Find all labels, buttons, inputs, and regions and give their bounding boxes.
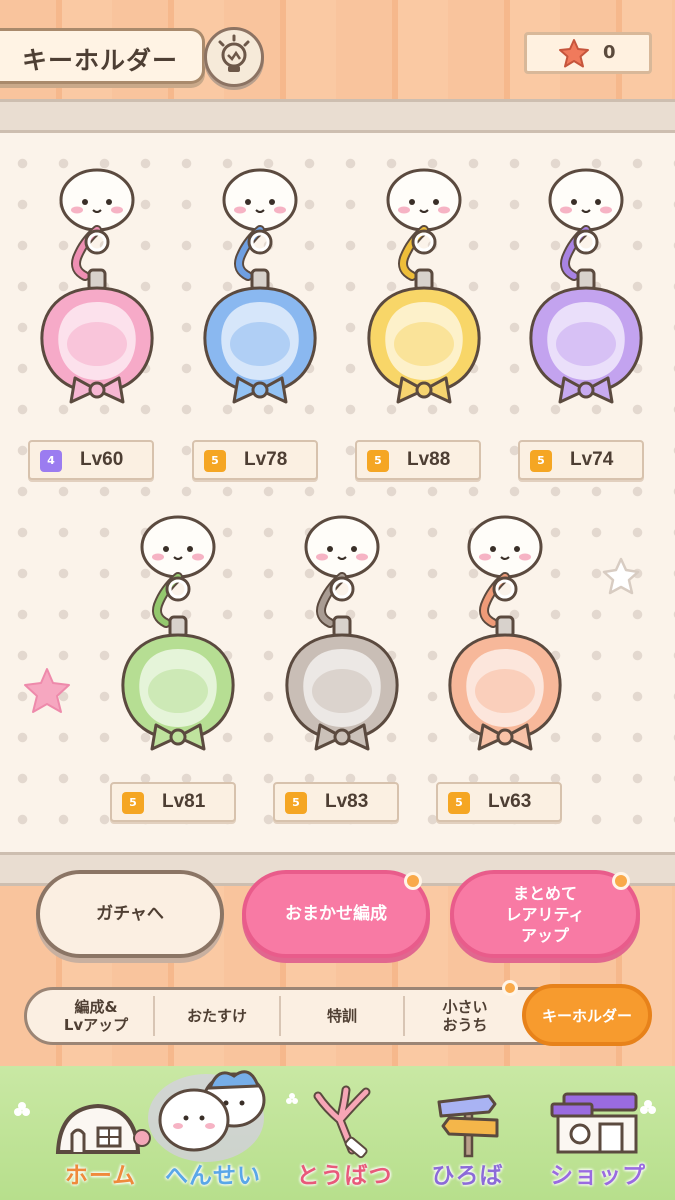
white-star-decoration-icon (602, 557, 640, 595)
nav-subjugation-label: とうばつ (296, 1163, 393, 1189)
star-currency-counter: 0 (524, 32, 652, 74)
tab-training-label: 特訓 (326, 1007, 357, 1025)
keychain-illustration-icon (367, 168, 481, 404)
keyholder-card[interactable] (516, 158, 656, 438)
shop-building-icon (550, 1092, 638, 1154)
rarity-star-badge: 4 (40, 450, 62, 472)
tab-training[interactable]: 特訓 (281, 990, 403, 1042)
level-plate: 5 Lv78 (192, 440, 318, 480)
rarity-star-badge: 5 (448, 792, 470, 814)
rarity-star-badge: 5 (367, 450, 389, 472)
rarity-star-badge: 5 (285, 792, 307, 814)
keyholder-card[interactable] (190, 158, 330, 438)
nav-formation-label: へんせい (165, 1163, 261, 1189)
level-plate: 5 Lv74 (518, 440, 644, 480)
hint-bulb-button[interactable] (204, 27, 264, 87)
keychain-illustration-icon (285, 515, 399, 751)
slingshot-weapon-icon (313, 1085, 371, 1159)
notification-dot (404, 872, 422, 890)
formation-characters-icon (148, 1070, 266, 1162)
go-to-gacha-button[interactable]: ガチャへ (36, 870, 224, 958)
level-plate: 5 Lv63 (436, 782, 562, 822)
keychain-illustration-icon (40, 168, 154, 404)
pink-star-decoration-icon (24, 668, 70, 713)
tab-helper[interactable]: おたすけ (155, 990, 279, 1042)
nav-home-label: ホーム (64, 1163, 137, 1189)
tab-formation-label-2: Lvアップ (63, 1016, 129, 1034)
nav-shop-label: ショップ (550, 1163, 646, 1189)
tab-keyholder-label: キーホルダー (541, 1006, 632, 1025)
bulk-rarity-label-2: レアリティ (505, 904, 585, 924)
star-currency-icon (559, 39, 589, 68)
bulk-rarity-label-1: まとめて (512, 883, 577, 903)
level-plate: 5 Lv83 (273, 782, 399, 822)
notification-dot (612, 872, 630, 890)
page-title: キーホルダー (22, 46, 179, 75)
tab-house-label-2: おうち (442, 1016, 488, 1034)
level-label: Lv60 (80, 449, 124, 470)
keychain-illustration-icon (448, 515, 562, 751)
rarity-star-badge: 5 (122, 792, 144, 814)
nav-plaza-label: ひろば (431, 1163, 504, 1189)
keyholder-card[interactable] (272, 505, 412, 785)
keyholder-card[interactable] (27, 158, 167, 438)
tab-helper-label: おたすけ (186, 1007, 247, 1025)
keyholder-card[interactable] (108, 505, 248, 785)
level-plate: 5 Lv81 (110, 782, 236, 822)
level-plate: 5 Lv88 (355, 440, 481, 480)
notification-dot (502, 980, 518, 996)
nav-plaza[interactable]: ひろば (405, 1066, 530, 1200)
nav-shop[interactable]: ショップ (528, 1066, 668, 1200)
keyholder-card[interactable] (435, 505, 575, 785)
tab-house-label-1: 小さい (442, 998, 488, 1016)
bulk-rarity-label-3: アップ (520, 925, 569, 945)
rarity-star-badge: 5 (204, 450, 226, 472)
page-title-plate: キーホルダー (0, 28, 205, 84)
level-label: Lv63 (488, 791, 532, 812)
level-label: Lv78 (244, 449, 288, 470)
nav-formation[interactable]: へんせい (146, 1048, 280, 1200)
level-label: Lv81 (162, 791, 206, 812)
tab-formation-lvup[interactable]: 編成& Lvアップ (37, 990, 155, 1042)
keychain-illustration-icon (529, 168, 643, 404)
house-icon (55, 1103, 151, 1154)
keyholder-card[interactable] (354, 158, 494, 438)
go-to-gacha-label: ガチャへ (96, 903, 164, 924)
rarity-star-badge: 5 (530, 450, 552, 472)
tab-small-house[interactable]: 小さい おうち (405, 990, 525, 1042)
keychain-illustration-icon (203, 168, 317, 404)
nav-home[interactable]: ホーム (38, 1066, 163, 1200)
tab-formation-label-1: 編成& (74, 998, 118, 1016)
level-plate: 4 Lv60 (28, 440, 154, 480)
auto-formation-label: おまかせ編成 (285, 903, 387, 924)
tab-keyholder-active[interactable]: キーホルダー (522, 984, 652, 1046)
level-label: Lv88 (407, 449, 451, 470)
star-currency-value: 0 (603, 42, 616, 63)
level-label: Lv83 (325, 791, 369, 812)
light-bulb-icon (218, 34, 250, 72)
keychain-illustration-icon (121, 515, 235, 751)
signpost-icon (437, 1094, 499, 1158)
top-shelf (0, 99, 675, 133)
level-label: Lv74 (570, 449, 614, 470)
auto-formation-button[interactable]: おまかせ編成 (242, 870, 430, 958)
nav-subjugation[interactable]: とうばつ (282, 1066, 407, 1200)
